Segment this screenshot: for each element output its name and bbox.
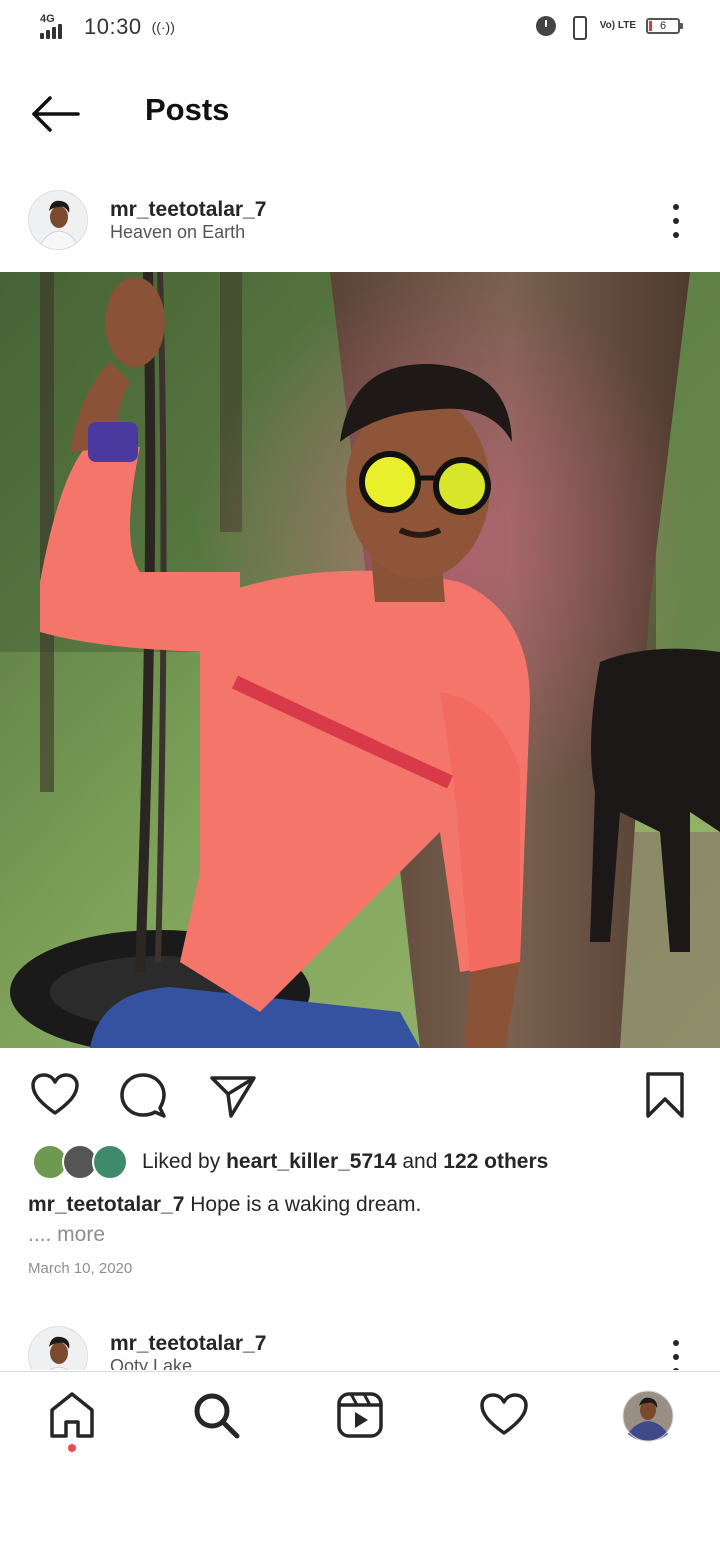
- likes-text: Liked by heart_killer_5714 and 122 other…: [142, 1150, 548, 1174]
- liker-avatars: [32, 1144, 128, 1180]
- nav-home[interactable]: [47, 1390, 97, 1440]
- more-dot-icon: [673, 1354, 679, 1360]
- caption-text: Hope is a waking dream.: [190, 1193, 422, 1216]
- network-type: 4G: [40, 13, 55, 25]
- more-dot-icon: [673, 204, 679, 210]
- likes-and: and: [402, 1150, 438, 1173]
- notification-dot: [68, 1444, 76, 1452]
- alarm-icon: [535, 16, 556, 36]
- avatar[interactable]: [28, 1326, 88, 1370]
- like-button[interactable]: [30, 1070, 80, 1120]
- post-photo: [0, 272, 720, 1048]
- volte-icon: Vo) LTE: [599, 20, 636, 31]
- more-dot-icon: [673, 1340, 679, 1346]
- post-actions: [0, 1066, 720, 1122]
- post-header: mr_teetotalar_7 Heaven on Earth: [0, 186, 720, 256]
- more-dot-icon: [673, 232, 679, 238]
- more-dot-icon: [673, 1368, 679, 1370]
- post-caption: mr_teetotalar_7 Hope is a waking dream.: [28, 1193, 421, 1217]
- post-image[interactable]: [0, 272, 720, 1048]
- likes-row[interactable]: Liked by heart_killer_5714 and 122 other…: [32, 1142, 692, 1182]
- clock: 10:30: [84, 14, 142, 39]
- share-button[interactable]: [208, 1070, 258, 1120]
- avatar[interactable]: [28, 190, 88, 250]
- likes-prefix: Liked by: [142, 1150, 221, 1173]
- more-dot-icon: [673, 218, 679, 224]
- back-button[interactable]: [28, 92, 84, 136]
- post-username[interactable]: mr_teetotalar_7: [110, 198, 266, 222]
- battery-level: 6: [659, 20, 667, 32]
- nav-reels[interactable]: [335, 1390, 385, 1440]
- caption-more-link[interactable]: .... more: [28, 1223, 105, 1247]
- more-options-button[interactable]: [664, 1340, 688, 1370]
- hotspot-icon: ((·)): [151, 19, 175, 35]
- vibrate-icon: [566, 16, 590, 40]
- comment-button[interactable]: [118, 1070, 168, 1120]
- heart-icon: [480, 1393, 528, 1435]
- likes-others[interactable]: 122 others: [443, 1150, 548, 1173]
- nav-activity[interactable]: [479, 1390, 529, 1440]
- profile-avatar: [622, 1390, 674, 1442]
- reels-icon: [337, 1392, 383, 1438]
- post-date: March 10, 2020: [28, 1260, 133, 1277]
- post-location[interactable]: Ooty Lake: [110, 1356, 192, 1370]
- page-title: Posts: [145, 92, 230, 127]
- bookmark-icon: [646, 1072, 684, 1118]
- search-icon: [194, 1393, 240, 1439]
- post-location[interactable]: Heaven on Earth: [110, 222, 245, 243]
- arrow-left-icon: [32, 96, 80, 132]
- comment-icon: [120, 1073, 166, 1118]
- top-header: Posts: [0, 76, 720, 148]
- liked-by-username[interactable]: heart_killer_5714: [226, 1150, 396, 1173]
- liker-avatar: [92, 1144, 128, 1180]
- battery-icon: 6: [646, 18, 683, 34]
- next-post-header: mr_teetotalar_7 Ooty Lake: [0, 1318, 720, 1370]
- nav-profile[interactable]: [622, 1390, 674, 1442]
- signal-icon: 4G: [40, 13, 74, 39]
- home-icon: [50, 1392, 94, 1438]
- avatar-image: [29, 1327, 87, 1370]
- caption-username[interactable]: mr_teetotalar_7: [28, 1193, 184, 1216]
- send-icon: [210, 1076, 256, 1118]
- post-username[interactable]: mr_teetotalar_7: [110, 1332, 266, 1356]
- heart-icon: [31, 1073, 79, 1115]
- status-bar: 4G 10:30 ((·)) Vo) LTE 6: [0, 0, 720, 56]
- more-options-button[interactable]: [664, 204, 688, 238]
- nav-search[interactable]: [191, 1390, 241, 1440]
- avatar-image: [29, 191, 87, 249]
- save-button[interactable]: [640, 1070, 690, 1120]
- bottom-nav: [0, 1371, 720, 1461]
